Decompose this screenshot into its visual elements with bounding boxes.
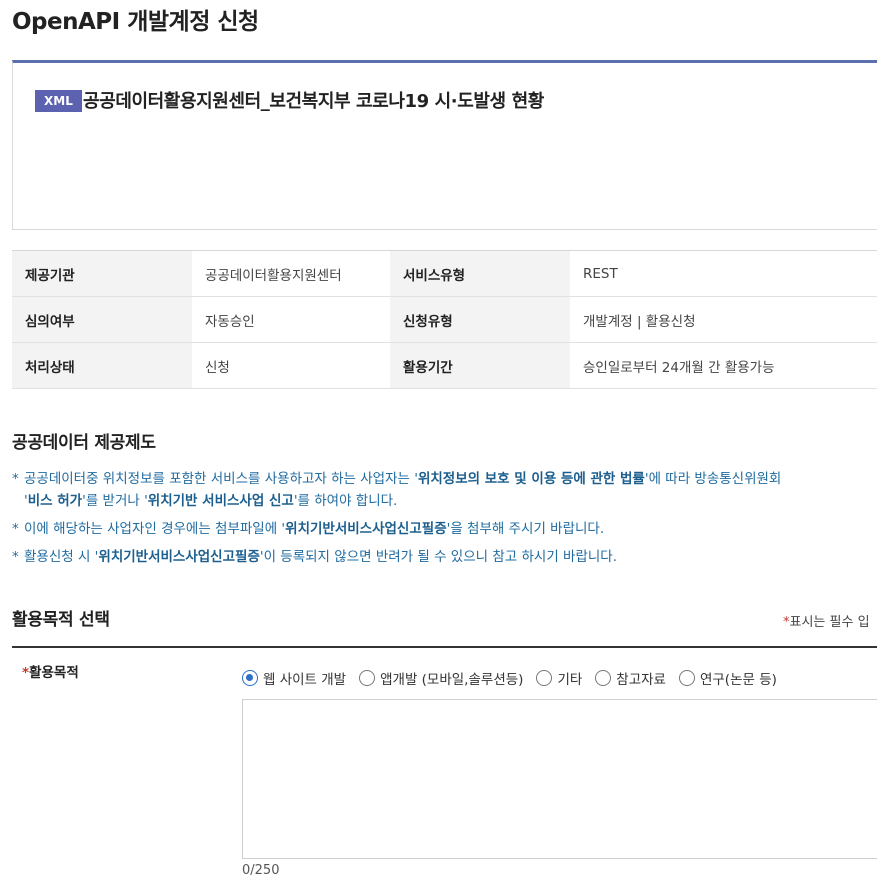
purpose-radio-group: 웹 사이트 개발 앱개발 (모바일,솔루션등) 기타 참고자료 연구(논문 등) [242, 668, 790, 688]
notice-item: * 활용신청 시 '위치기반서비스사업신고필증'이 등록되지 않으면 반려가 될… [12, 546, 877, 568]
notice-bullet: * [12, 521, 19, 537]
notice-text: '를 받거나 ' [82, 493, 148, 509]
notice-text: '이 등록되지 않으면 반려가 될 수 있으니 참고 하시기 바랍니다. [259, 549, 617, 565]
table-row: 심의여부 자동승인 신청유형 개발계정 | 활용신청 [12, 296, 877, 343]
purpose-field-label: *활용목적 [22, 661, 79, 681]
notice-emphasis: 위치기반 서비스사업 신고 [147, 493, 294, 509]
notice-text: '를 하여야 합니다. [293, 493, 398, 509]
radio-reference[interactable]: 참고자료 [595, 668, 666, 688]
policy-notices: * 공공데이터중 위치정보를 포함한 서비스를 사용하고자 하는 사업자는 '위… [12, 468, 877, 574]
policy-section-title: 공공데이터 제공제도 [12, 433, 156, 453]
purpose-section-title: 활용목적 선택 [12, 610, 110, 630]
notice-text: '을 첨부해 주시기 바랍니다. [446, 521, 605, 537]
review-label: 심의여부 [12, 296, 192, 343]
radio-label: 기타 [557, 672, 583, 688]
radio-etc[interactable]: 기타 [536, 668, 582, 688]
notice-emphasis: 비스 허가 [27, 493, 83, 509]
api-info-table: 제공기관 공공데이터활용지원센터 서비스유형 REST 심의여부 자동승인 신청… [12, 250, 877, 389]
char-count: 0/250 [242, 863, 280, 878]
radio-button[interactable] [242, 670, 258, 686]
radio-button[interactable] [595, 670, 612, 686]
purpose-label-text: 활용목적 [29, 665, 79, 681]
table-row: 처리상태 신청 활용기간 승인일로부터 24개월 간 활용가능 [12, 342, 877, 389]
usage-period-value: 승인일로부터 24개월 간 활용가능 [570, 342, 877, 389]
notice-emphasis: 위치기반서비스사업신고필증 [285, 521, 447, 537]
notice-emphasis: 위치기반서비스사업신고필증 [98, 549, 260, 565]
notice-item: * 이에 해당하는 사업자인 경우에는 첨부파일에 '위치기반서비스사업신고필증… [12, 518, 877, 540]
notice-bullet: * [12, 471, 19, 487]
notice-text: 활용신청 시 ' [24, 549, 99, 565]
notice-text: 이에 해당하는 사업자인 경우에는 첨부파일에 ' [24, 521, 286, 537]
radio-button[interactable] [359, 670, 376, 686]
page-title: OpenAPI 개발계정 신청 [12, 9, 259, 35]
radio-label: 연구(논문 등) [699, 672, 777, 688]
radio-web-site[interactable]: 웹 사이트 개발 [242, 668, 346, 688]
usage-period-label: 활용기간 [390, 342, 570, 389]
radio-research[interactable]: 연구(논문 등) [678, 668, 777, 688]
radio-app[interactable]: 앱개발 (모바일,솔루션등) [359, 668, 523, 688]
provider-value: 공공데이터활용지원센터 [192, 250, 390, 297]
table-row: 제공기관 공공데이터활용지원센터 서비스유형 REST [12, 250, 877, 297]
api-info-card: XML 공공데이터활용지원센터_보건복지부 코로나19 시·도발생 현황 [12, 60, 877, 230]
required-note: *표시는 필수 입 [783, 611, 870, 630]
request-type-value: 개발계정 | 활용신청 [570, 296, 877, 343]
service-type-value: REST [570, 250, 877, 297]
required-note-text: 표시는 필수 입 [789, 615, 870, 630]
notice-item: * 공공데이터중 위치정보를 포함한 서비스를 사용하고자 하는 사업자는 '위… [12, 468, 877, 512]
radio-label: 앱개발 (모바일,솔루션등) [380, 672, 524, 688]
notice-bullet: * [12, 549, 19, 565]
section-divider [12, 646, 877, 648]
service-type-label: 서비스유형 [390, 250, 570, 297]
radio-label: 참고자료 [616, 672, 666, 688]
radio-label: 웹 사이트 개발 [263, 672, 347, 688]
provider-label: 제공기관 [12, 250, 192, 297]
notice-emphasis: 위치정보의 보호 및 이용 등에 관한 법률 [417, 471, 645, 487]
radio-button[interactable] [536, 670, 553, 686]
format-badge: XML [35, 90, 82, 112]
notice-text: 공공데이터중 위치정보를 포함한 서비스를 사용하고자 하는 사업자는 ' [24, 471, 418, 487]
review-value: 자동승인 [192, 296, 390, 343]
required-star: * [22, 665, 30, 681]
status-value: 신청 [192, 342, 390, 389]
api-title: 공공데이터활용지원센터_보건복지부 코로나19 시·도발생 현황 [83, 91, 544, 112]
status-label: 처리상태 [12, 342, 192, 389]
radio-button[interactable] [678, 670, 695, 686]
notice-text: '에 따라 방송통신위원회 [644, 471, 782, 487]
request-type-label: 신청유형 [390, 296, 570, 343]
purpose-textarea[interactable] [242, 699, 877, 859]
